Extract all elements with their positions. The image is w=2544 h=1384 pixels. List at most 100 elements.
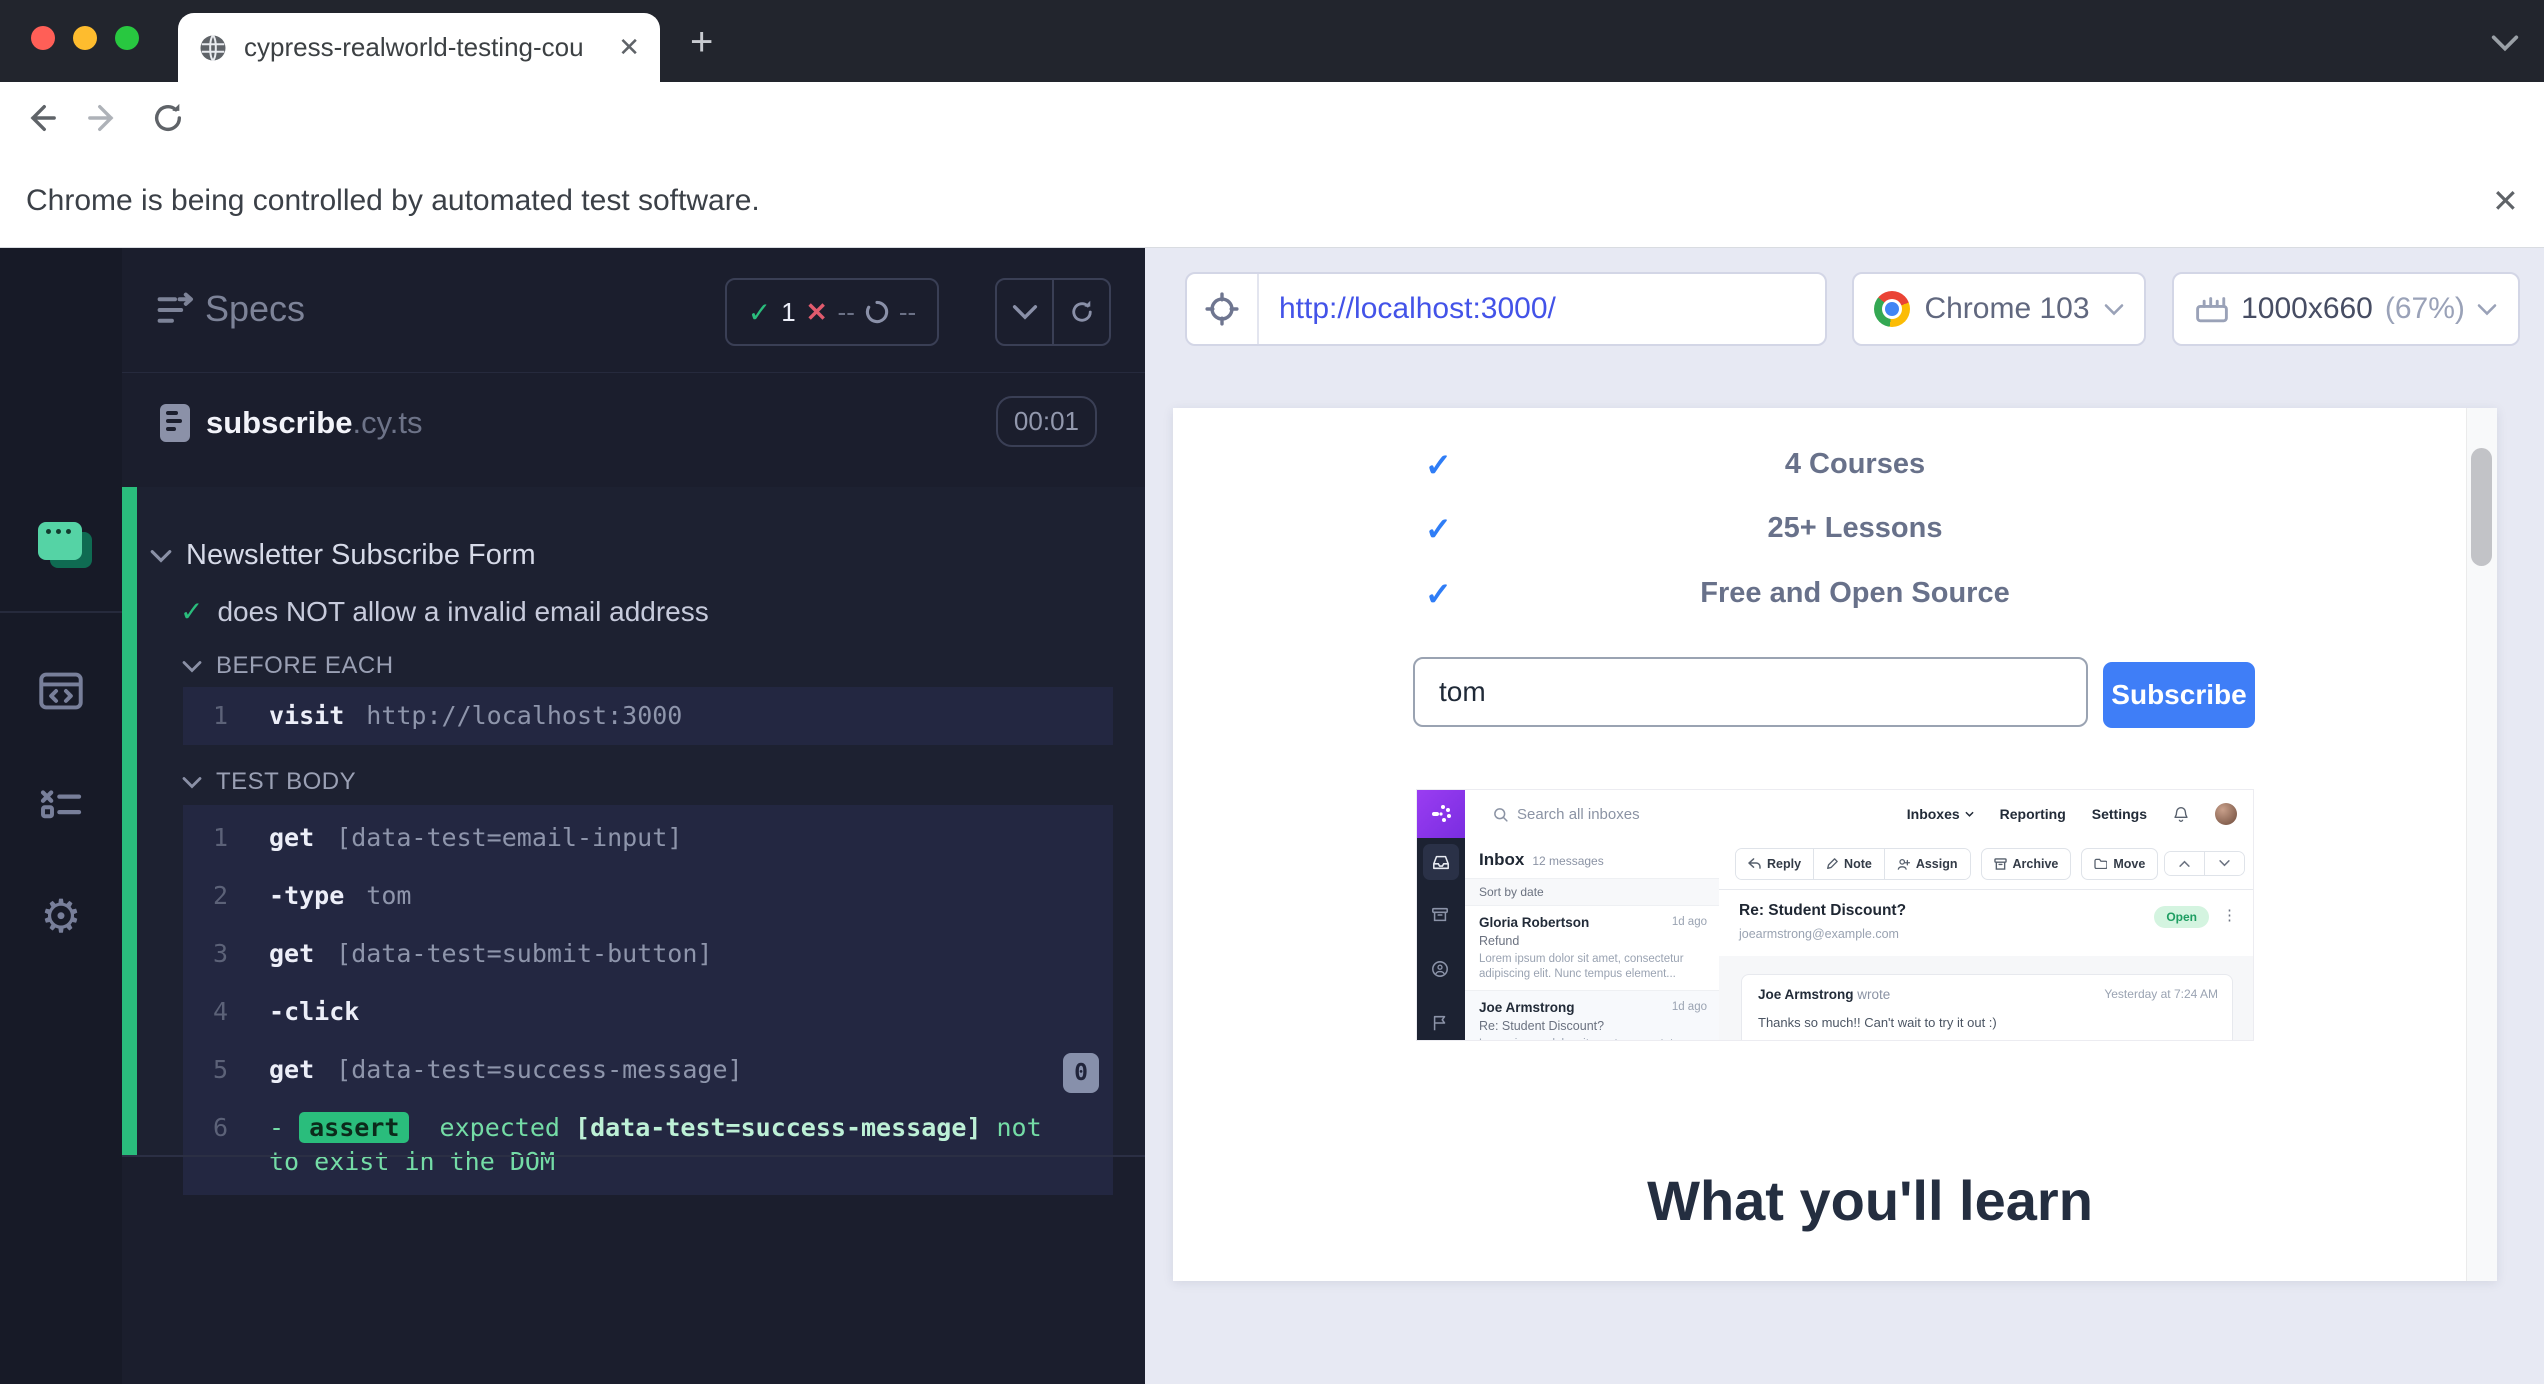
automation-banner-text: Chrome is being controlled by automated …	[26, 184, 760, 217]
back-icon[interactable]	[18, 96, 62, 140]
new-tab-button[interactable]: +	[690, 22, 713, 62]
aut-iframe: ✓ 4 Courses ✓ 25+ Lessons ✓ Free and Ope…	[1173, 408, 2497, 1281]
command-number: 4	[213, 997, 229, 1026]
pending-count: --	[898, 296, 917, 327]
message-timestamp: Yesterday at 7:24 AM	[2104, 987, 2218, 1001]
child-command-dash: -	[269, 1113, 285, 1142]
before-each-label: BEFORE EACH	[216, 652, 394, 679]
before-each-row[interactable]: BEFORE EACH	[182, 652, 394, 680]
run-stats[interactable]: ✓ 1 ✕ -- --	[725, 278, 939, 346]
command-number: 3	[213, 939, 229, 968]
mail-search-placeholder: Search all inboxes	[1517, 805, 1640, 823]
thread-subject: Re: Student Discount?	[1739, 902, 1907, 919]
message-wrote: wrote	[1857, 987, 1891, 1002]
command-row[interactable]: 2 -type tom	[183, 867, 1113, 925]
settings-nav-icon[interactable]: ⚙	[0, 876, 122, 956]
next-thread-icon	[2204, 852, 2244, 875]
viewport-select[interactable]: 1000x660 (67%)	[2172, 272, 2520, 346]
aut-scrollbar-track[interactable]	[2466, 408, 2497, 1281]
feature-row: ✓ 4 Courses	[1173, 442, 2467, 486]
feature-label: 25+ Lessons	[1767, 512, 1943, 544]
sort-by-date: Sort by date	[1465, 878, 1719, 906]
test-body-commands: 1 get [data-test=email-input] 2 -type tom …	[183, 805, 1113, 1195]
suite-collapse-chevron-icon[interactable]	[150, 549, 172, 563]
browser-select[interactable]: Chrome 103	[1852, 272, 2146, 346]
globe-icon	[198, 33, 228, 63]
reporter-header: Specs ✓ 1 ✕ -- --	[122, 248, 1145, 373]
command-name: get	[269, 823, 315, 852]
bell-icon	[2173, 806, 2189, 823]
command-args: tom	[366, 881, 412, 910]
browser-tab[interactable]: cypress-realworld-testing-cou ✕	[178, 13, 660, 82]
rail-divider	[0, 611, 122, 613]
before-each-chevron-icon[interactable]	[182, 660, 202, 673]
runs-nav-icon[interactable]	[0, 764, 122, 844]
command-row[interactable]: 1 get [data-test=email-input]	[183, 809, 1113, 867]
automation-banner: Chrome is being controlled by automated …	[0, 152, 2544, 248]
aut-url-input[interactable]	[1259, 292, 1825, 326]
tab-search-chevron-icon[interactable]	[2488, 32, 2522, 54]
assert-selector: [data-test=success-message]	[575, 1113, 982, 1142]
collapse-all-icon[interactable]	[997, 280, 1052, 344]
command-row[interactable]: 4 -click	[183, 983, 1113, 1041]
test-row[interactable]: ✓ does NOT allow a invalid email address	[180, 595, 709, 628]
traffic-light-zoom[interactable]	[115, 26, 139, 50]
inbox-count: 12 messages	[1532, 854, 1604, 868]
passed-count: 1	[781, 296, 796, 327]
test-body-chevron-icon[interactable]	[182, 776, 202, 789]
subscribe-button[interactable]: Subscribe	[2103, 662, 2255, 728]
mail-message-list: Inbox 12 messages Sort by date Gloria Ro…	[1465, 838, 1720, 1040]
suite-row[interactable]: Newsletter Subscribe Form	[150, 539, 536, 572]
command-row[interactable]: 5 get [data-test=success-message] 0	[183, 1041, 1113, 1099]
child-command-dash: -	[269, 997, 285, 1026]
command-row-assert[interactable]: 6 - assert expected [data-test=success-m…	[183, 1099, 1113, 1191]
banner-close-icon[interactable]: ✕	[2492, 182, 2519, 220]
flag-icon	[1431, 1014, 1449, 1032]
command-name: type	[284, 881, 345, 910]
suite-title: Newsletter Subscribe Form	[186, 539, 536, 571]
assert-text: expected	[439, 1113, 560, 1142]
tab-close-icon[interactable]: ✕	[618, 32, 640, 63]
test-title: does NOT allow a invalid email address	[217, 595, 709, 627]
failed-count: --	[837, 296, 855, 327]
selector-playground-icon[interactable]	[1187, 274, 1259, 344]
traffic-light-close[interactable]	[31, 26, 55, 50]
move-button: Move	[2081, 847, 2159, 880]
newsletter-email-input[interactable]	[1413, 657, 2088, 727]
aut-url-bar[interactable]	[1185, 272, 1827, 346]
forward-icon[interactable]	[82, 96, 126, 140]
mail-topbar: Search all inboxes Inboxes Reporting Set…	[1465, 790, 2253, 839]
failed-icon: ✕	[805, 296, 828, 327]
spec-file-row[interactable]: subscribe .cy.ts 00:01	[122, 388, 1145, 458]
specs-nav-icon[interactable]	[0, 651, 122, 731]
contacts-icon	[1431, 960, 1449, 978]
message-list-item: Gloria Robertson 1d ago Refund Lorem ips…	[1465, 906, 1719, 991]
browser-toolbar: localhost:3000/__/#/specs/runner?file=cy…	[0, 82, 2544, 227]
section-divider	[122, 1155, 1145, 1157]
command-args: [data-test=success-message]	[336, 1055, 743, 1084]
mail-search: Search all inboxes	[1493, 806, 1907, 823]
specs-list-icon	[155, 292, 195, 328]
command-row[interactable]: 3 get [data-test=submit-button]	[183, 925, 1113, 983]
inbox-icon	[1423, 844, 1459, 880]
reporter-actions	[995, 278, 1111, 346]
tab-title: cypress-realworld-testing-cou	[244, 32, 584, 62]
child-command-dash: -	[269, 881, 285, 910]
test-body-label: TEST BODY	[216, 768, 357, 795]
command-row[interactable]: 1 visit http://localhost:3000	[183, 687, 1113, 745]
rerun-icon[interactable]	[1052, 280, 1109, 344]
thread-email: joearmstrong@example.com	[1739, 927, 1899, 941]
browser-select-chevron-icon	[2104, 303, 2124, 316]
mail-nav-inboxes: Inboxes	[1907, 806, 1974, 822]
traffic-light-minimize[interactable]	[73, 26, 97, 50]
aut-scrollbar-thumb[interactable]	[2471, 448, 2492, 566]
specs-title: Specs	[205, 288, 306, 329]
message-subject: Re: Student Discount?	[1479, 1019, 1605, 1033]
browser-window: cypress-realworld-testing-cou ✕ + localh…	[0, 0, 2544, 1384]
test-body-row[interactable]: TEST BODY	[182, 768, 356, 796]
mail-avatar	[2215, 803, 2237, 825]
message-author: Joe Armstrong	[1758, 987, 1854, 1002]
command-args: [data-test=email-input]	[336, 823, 683, 852]
test-passed-icon: ✓	[180, 596, 204, 627]
reload-icon[interactable]	[146, 96, 190, 140]
